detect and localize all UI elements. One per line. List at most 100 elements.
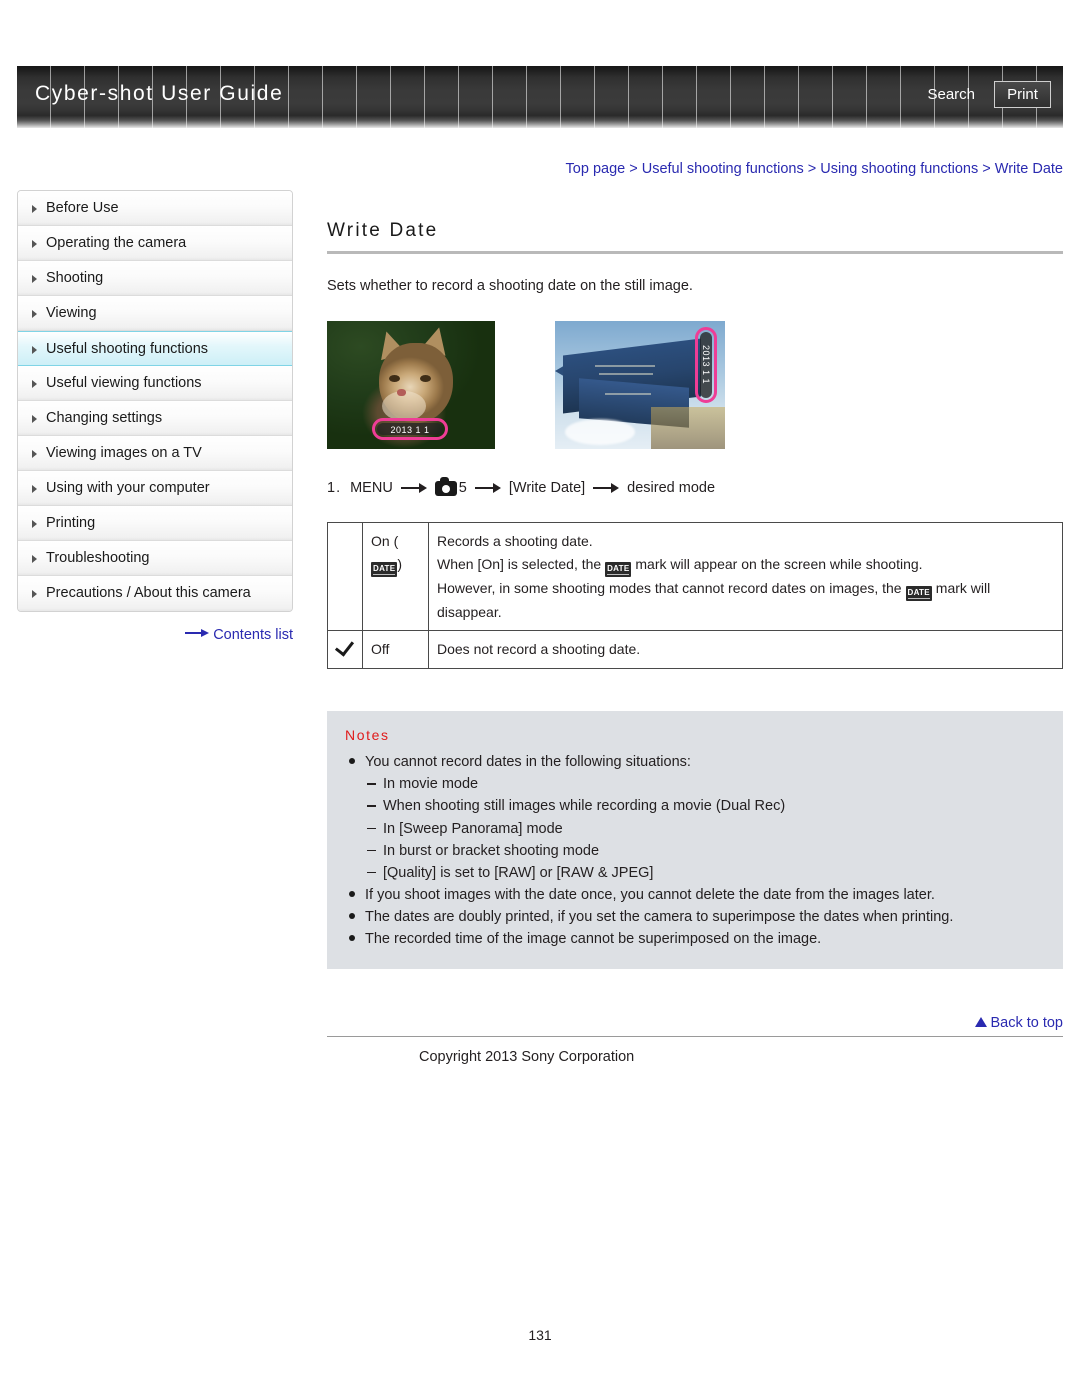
sidebar-item-useful-shooting-functions[interactable]: Useful shooting functions — [18, 331, 292, 366]
page-title: Write Date — [327, 220, 439, 241]
note-subitem: In movie mode — [345, 773, 1045, 795]
contents-list-link[interactable]: Contents list — [17, 627, 293, 643]
step-menu-label: MENU — [350, 480, 393, 496]
sidebar-item-before-use[interactable]: Before Use — [18, 191, 292, 226]
checkmark-icon — [336, 638, 354, 654]
chevron-right-icon — [32, 415, 37, 423]
step-number: 1. — [327, 480, 342, 496]
arrow-right-icon — [185, 629, 210, 638]
chevron-right-icon — [32, 310, 37, 318]
option-name-prefix: On ( — [371, 533, 399, 549]
description-line-part: When [On] is selected, the — [437, 555, 602, 572]
chevron-right-icon — [32, 346, 37, 354]
note-text: If you shoot images with the date once, … — [365, 887, 935, 904]
sample-images: 2013 1 1 2013 1 1 — [327, 321, 1063, 456]
sidebar-item-label: Shooting — [46, 270, 104, 286]
table-row: On ( DATE) Records a shooting date. When… — [327, 521, 1063, 632]
bullet-icon — [349, 913, 355, 920]
step-item-label: [Write Date] — [508, 480, 586, 496]
dash-icon — [367, 805, 376, 807]
table-row: Off Does not record a shooting date. — [327, 630, 1063, 670]
cat-eye-right — [420, 375, 431, 382]
building-window-row — [595, 365, 655, 367]
bullet-icon — [349, 758, 355, 765]
note-subtext: In movie mode — [383, 776, 479, 793]
step-instruction: 1. MENU 5 [Write Date] desired mode — [327, 476, 1063, 496]
description-line: When [On] is selected, the DATE mark wil… — [437, 553, 1054, 577]
step-camera-tab: 5 — [458, 480, 467, 496]
search-button[interactable]: Search — [927, 86, 975, 103]
chevron-right-icon — [32, 590, 37, 598]
chevron-right-icon — [32, 240, 37, 248]
date-stamp-text: 2013 1 1 — [377, 423, 443, 435]
step-result-label: desired mode — [627, 480, 716, 496]
building-base — [651, 407, 725, 449]
chevron-right-icon — [32, 205, 37, 213]
note-subitem: In burst or bracket shooting mode — [345, 840, 1045, 862]
site-header: Cyber-shot User Guide Search Print — [17, 66, 1063, 128]
date-stamp-highlight-horizontal: 2013 1 1 — [372, 418, 448, 440]
cat-nose — [397, 389, 406, 396]
notes-title: Notes — [345, 727, 390, 744]
note-subitem: When shooting still images while recordi… — [345, 795, 1045, 817]
sidebar-item-useful-viewing-functions[interactable]: Useful viewing functions — [18, 366, 292, 401]
sidebar-item-label: Using with your computer — [46, 480, 210, 496]
arrow-right-icon — [400, 483, 427, 493]
sidebar-item-printing[interactable]: Printing — [18, 506, 292, 541]
sidebar-nav: Before Use Operating the camera Shooting… — [17, 190, 293, 612]
date-icon: DATE — [371, 561, 398, 577]
sidebar-item-shooting[interactable]: Shooting — [18, 261, 292, 296]
sidebar-item-using-with-your-computer[interactable]: Using with your computer — [18, 471, 292, 506]
sidebar-item-label: Before Use — [46, 200, 119, 216]
description-line-part: However, in some shooting modes that can… — [437, 579, 902, 596]
description-line: However, in some shooting modes that can… — [437, 577, 1054, 624]
sidebar-item-operating-the-camera[interactable]: Operating the camera — [18, 226, 292, 261]
dash-icon — [367, 783, 376, 785]
note-subtext: When shooting still images while recordi… — [383, 798, 786, 815]
building-photo: 2013 1 1 — [555, 321, 725, 449]
camera-icon — [434, 476, 457, 496]
date-stamp-text: 2013 1 1 — [700, 332, 712, 398]
sidebar-item-label: Useful shooting functions — [46, 341, 209, 357]
sidebar-item-viewing-images-on-a-tv[interactable]: Viewing images on a TV — [18, 436, 292, 471]
back-to-top-link[interactable]: Back to top — [327, 1015, 1063, 1031]
note-item: The recorded time of the image cannot be… — [345, 928, 1045, 950]
option-name-suffix: ) — [397, 555, 403, 572]
cat-photo: 2013 1 1 — [327, 321, 495, 449]
chevron-right-icon — [32, 450, 37, 458]
sidebar-item-precautions-about-this-camera[interactable]: Precautions / About this camera — [18, 576, 292, 611]
main-content: Write Date Sets whether to record a shoo… — [327, 220, 1063, 1065]
note-item: The dates are doubly printed, if you set… — [345, 906, 1045, 928]
footer-divider — [327, 1035, 1063, 1037]
option-name-cell: On ( DATE) — [362, 521, 429, 632]
cat-eye-left — [389, 375, 400, 382]
breadcrumb[interactable]: Top page > Useful shooting functions > U… — [566, 161, 1063, 177]
sidebar-item-changing-settings[interactable]: Changing settings — [18, 401, 292, 436]
sidebar-item-label: Viewing images on a TV — [46, 445, 202, 461]
sidebar-item-label: Changing settings — [46, 410, 163, 426]
sidebar-item-label: Printing — [46, 515, 96, 531]
sidebar-item-label: Troubleshooting — [46, 550, 150, 566]
chevron-right-icon — [32, 485, 37, 493]
arrow-right-icon — [474, 483, 501, 493]
date-icon: DATE — [605, 561, 632, 577]
sidebar-item-label: Operating the camera — [46, 235, 187, 251]
page-number: 131 — [528, 1327, 552, 1343]
note-text: The dates are doubly printed, if you set… — [365, 909, 954, 926]
options-table: On ( DATE) Records a shooting date. When… — [327, 521, 1063, 670]
note-text: You cannot record dates in the following… — [365, 754, 691, 771]
note-subtext: In burst or bracket shooting mode — [383, 842, 600, 859]
triangle-up-icon — [975, 1016, 988, 1027]
note-item: You cannot record dates in the following… — [345, 751, 1045, 773]
dash-icon — [367, 827, 376, 830]
option-name-cell: Off — [362, 630, 429, 670]
sidebar-item-troubleshooting[interactable]: Troubleshooting — [18, 541, 292, 576]
print-button[interactable]: Print — [994, 81, 1051, 108]
bullet-icon — [349, 935, 355, 942]
dash-icon — [367, 871, 376, 874]
sidebar-item-label: Useful viewing functions — [46, 375, 202, 391]
date-stamp-highlight-vertical: 2013 1 1 — [695, 327, 717, 403]
sidebar-item-viewing[interactable]: Viewing — [18, 296, 292, 331]
note-text: The recorded time of the image cannot be… — [365, 931, 822, 948]
chevron-right-icon — [32, 520, 37, 528]
